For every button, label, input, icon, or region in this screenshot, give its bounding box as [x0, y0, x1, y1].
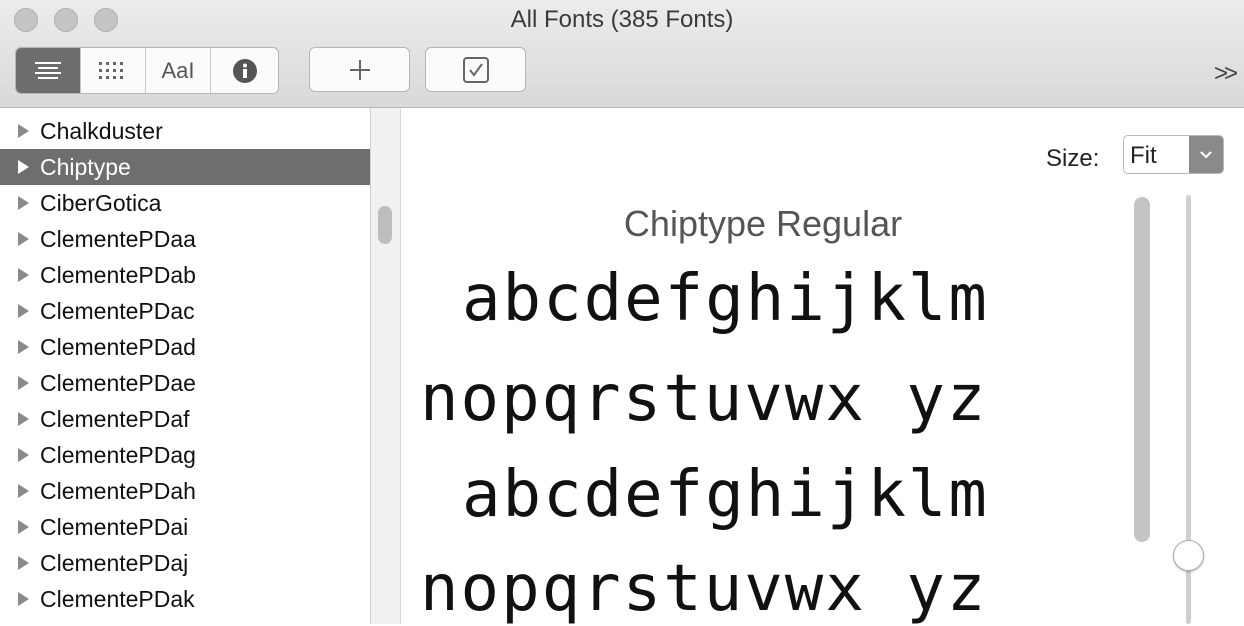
disclosure-triangle-icon[interactable]: [18, 268, 29, 282]
add-font-button[interactable]: [309, 47, 410, 92]
disclosure-triangle-icon[interactable]: [18, 520, 29, 534]
view-mode-segmented-control: AaI: [15, 47, 279, 94]
chevron-down-icon: [1189, 136, 1223, 173]
sample-line: nopqrstuvwx yz: [420, 552, 988, 626]
sample-line: abcdefghijklm: [462, 458, 989, 532]
font-list-item[interactable]: Chalkduster: [0, 113, 370, 149]
font-list-item[interactable]: ClementePDak: [0, 581, 370, 617]
disclosure-triangle-icon[interactable]: [18, 196, 29, 210]
disclosure-triangle-icon[interactable]: [18, 556, 29, 570]
validate-font-button[interactable]: [425, 47, 526, 92]
font-list-item[interactable]: ClementePDae: [0, 365, 370, 401]
font-list-item[interactable]: ClementePDai: [0, 509, 370, 545]
size-popup[interactable]: Fit: [1123, 135, 1224, 174]
sample-view-button[interactable]: [16, 48, 81, 93]
disclosure-triangle-icon[interactable]: [18, 304, 29, 318]
plus-icon: [349, 59, 370, 80]
font-list-item[interactable]: ClementePDab: [0, 257, 370, 293]
toolbar: All Fonts (385 Fonts) AaI >>: [0, 0, 1244, 108]
split-view-divider[interactable]: [371, 108, 401, 624]
disclosure-triangle-icon[interactable]: [18, 592, 29, 606]
text-cursor-icon: AaI: [161, 57, 195, 83]
custom-view-button[interactable]: AaI: [146, 48, 211, 93]
grid-icon: [99, 61, 123, 79]
size-label: Size:: [1046, 145, 1100, 172]
size-value: Fit: [1130, 142, 1157, 169]
disclosure-triangle-icon[interactable]: [18, 484, 29, 498]
font-list-item[interactable]: Chiptype: [0, 149, 370, 185]
font-list-item[interactable]: ClementePDaa: [0, 221, 370, 257]
font-list-item[interactable]: ClementePDaj: [0, 545, 370, 581]
font-name-heading: Chiptype Regular: [623, 203, 903, 244]
disclosure-triangle-icon[interactable]: [18, 124, 29, 138]
disclosure-triangle-icon[interactable]: [18, 160, 29, 174]
font-list-scrollbar[interactable]: [378, 206, 392, 244]
disclosure-triangle-icon[interactable]: [18, 232, 29, 246]
disclosure-triangle-icon[interactable]: [18, 376, 29, 390]
window-title: All Fonts (385 Fonts): [510, 6, 734, 33]
preview-scrollbar[interactable]: [1134, 197, 1150, 542]
font-list-item[interactable]: ClementePDad: [0, 329, 370, 365]
grid-view-button[interactable]: [81, 48, 146, 93]
size-slider-knob[interactable]: [1173, 540, 1204, 571]
toolbar-overflow-button[interactable]: >>: [1214, 60, 1238, 88]
font-list-item[interactable]: ClementePDac: [0, 293, 370, 329]
sample-line: abcdefghijklm: [462, 262, 989, 336]
info-icon: [232, 58, 257, 83]
info-view-button[interactable]: [211, 48, 278, 93]
font-list-item[interactable]: ClementePDaf: [0, 401, 370, 437]
sample-line: nopqrstuvwx yz: [420, 362, 988, 436]
lines-icon: [35, 61, 61, 79]
disclosure-triangle-icon[interactable]: [18, 448, 29, 462]
checkbox-icon: [462, 56, 489, 83]
font-list-item[interactable]: ClementePDah: [0, 473, 370, 509]
font-list: Chalkduster Chiptype CiberGotica Clement…: [0, 108, 371, 624]
font-list-item[interactable]: CiberGotica: [0, 185, 370, 221]
font-list-item[interactable]: ClementePDag: [0, 437, 370, 473]
disclosure-triangle-icon[interactable]: [18, 340, 29, 354]
disclosure-triangle-icon[interactable]: [18, 412, 29, 426]
